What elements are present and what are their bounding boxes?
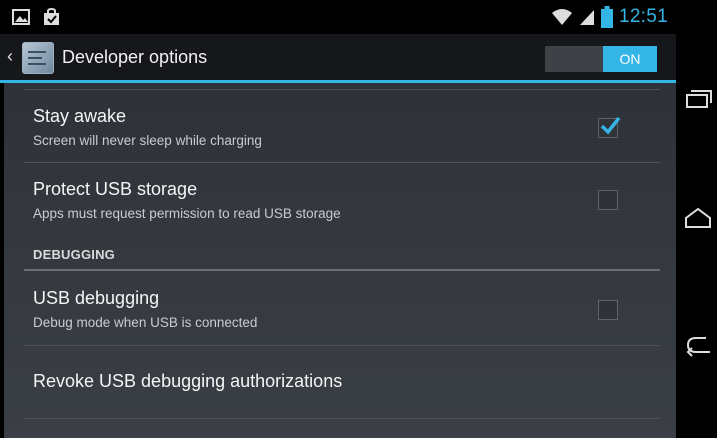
navigation-bar [676,0,717,438]
usb-debugging-row[interactable]: USB debugging Debug mode when USB is con… [0,271,676,345]
battery-icon [600,6,613,28]
stay-awake-row[interactable]: Stay awake Screen will never sleep while… [0,90,676,162]
protect-usb-row[interactable]: Protect USB storage Apps must request pe… [0,163,676,235]
android-screen: 12:51 ‹ Developer options ON Stay awake … [0,0,676,438]
revoke-authorizations-title: Revoke USB debugging authorizations [33,371,343,391]
usb-debugging-summary: Debug mode when USB is connected [33,315,258,330]
home-icon[interactable] [684,205,712,233]
recent-apps-icon[interactable] [684,85,712,113]
stay-awake-checkbox[interactable] [598,116,621,138]
page-title: Developer options [62,47,208,67]
debugging-section-header: DEBUGGING [33,247,115,262]
usb-debugging-checkbox[interactable] [598,300,618,320]
settings-app-icon[interactable] [22,42,54,74]
wifi-icon [551,9,572,25]
usb-debugging-title: USB debugging [33,288,160,308]
protect-usb-checkbox[interactable] [598,190,618,210]
toggle-on-label: ON [603,46,657,72]
developer-options-toggle[interactable]: ON [545,46,657,72]
stay-awake-summary: Screen will never sleep while charging [33,133,262,148]
shopping-bag-icon [44,8,59,25]
revoke-authorizations-row[interactable]: Revoke USB debugging authorizations [0,346,676,418]
protect-usb-title: Protect USB storage [33,179,198,199]
checkmark-icon [600,116,621,135]
action-bar: ‹ Developer options ON [0,34,676,83]
status-bar: 12:51 [0,0,676,34]
stay-awake-title: Stay awake [33,106,127,126]
image-icon [12,9,30,25]
up-caret-icon[interactable]: ‹ [7,47,13,65]
signal-icon [579,10,594,25]
status-clock: 12:51 [618,6,668,27]
protect-usb-summary: Apps must request permission to read USB… [33,206,341,221]
list-divider [24,418,660,419]
back-icon[interactable] [684,332,712,360]
